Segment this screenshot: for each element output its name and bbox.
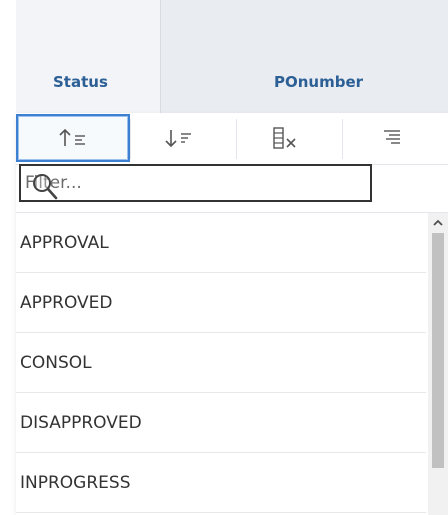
filter-menu-toolbar xyxy=(16,113,448,165)
list-item[interactable]: APPROVAL xyxy=(16,213,426,273)
column-header-status[interactable]: Status xyxy=(16,0,160,117)
align-right-menu-icon xyxy=(376,127,406,149)
column-filter-menu: APPROVAL APPROVED CONSOL DISAPPROVED INP… xyxy=(16,113,448,515)
list-scrollbar[interactable] xyxy=(428,213,448,515)
list-item[interactable]: APPROVED xyxy=(16,273,426,333)
column-title-ponumber: POnumber xyxy=(274,73,364,91)
chevron-up-icon[interactable] xyxy=(431,215,445,229)
grid-header-row: Status POnumber xyxy=(0,0,448,117)
list-item[interactable]: CONSOL xyxy=(16,333,426,393)
grid-page: Status POnumber Filter... APPROVAL APPRO… xyxy=(0,0,448,515)
column-menu-button[interactable] xyxy=(334,114,448,162)
sort-ascending-icon xyxy=(58,127,88,149)
filter-input[interactable] xyxy=(21,166,370,200)
column-title-status: Status xyxy=(53,73,108,91)
filter-input-wrapper xyxy=(19,164,372,202)
clear-filter-button[interactable] xyxy=(228,114,342,162)
scrollbar-thumb[interactable] xyxy=(432,233,444,468)
sort-descending-icon xyxy=(164,127,194,149)
list-item[interactable]: INPROGRESS xyxy=(16,453,426,513)
sort-ascending-button[interactable] xyxy=(16,114,130,162)
column-header-ponumber[interactable]: POnumber xyxy=(160,0,448,117)
list-item[interactable]: DISAPPROVED xyxy=(16,393,426,453)
clear-filter-icon xyxy=(270,126,300,150)
sort-descending-button[interactable] xyxy=(122,114,236,162)
filter-value-list: APPROVAL APPROVED CONSOL DISAPPROVED INP… xyxy=(16,212,448,515)
